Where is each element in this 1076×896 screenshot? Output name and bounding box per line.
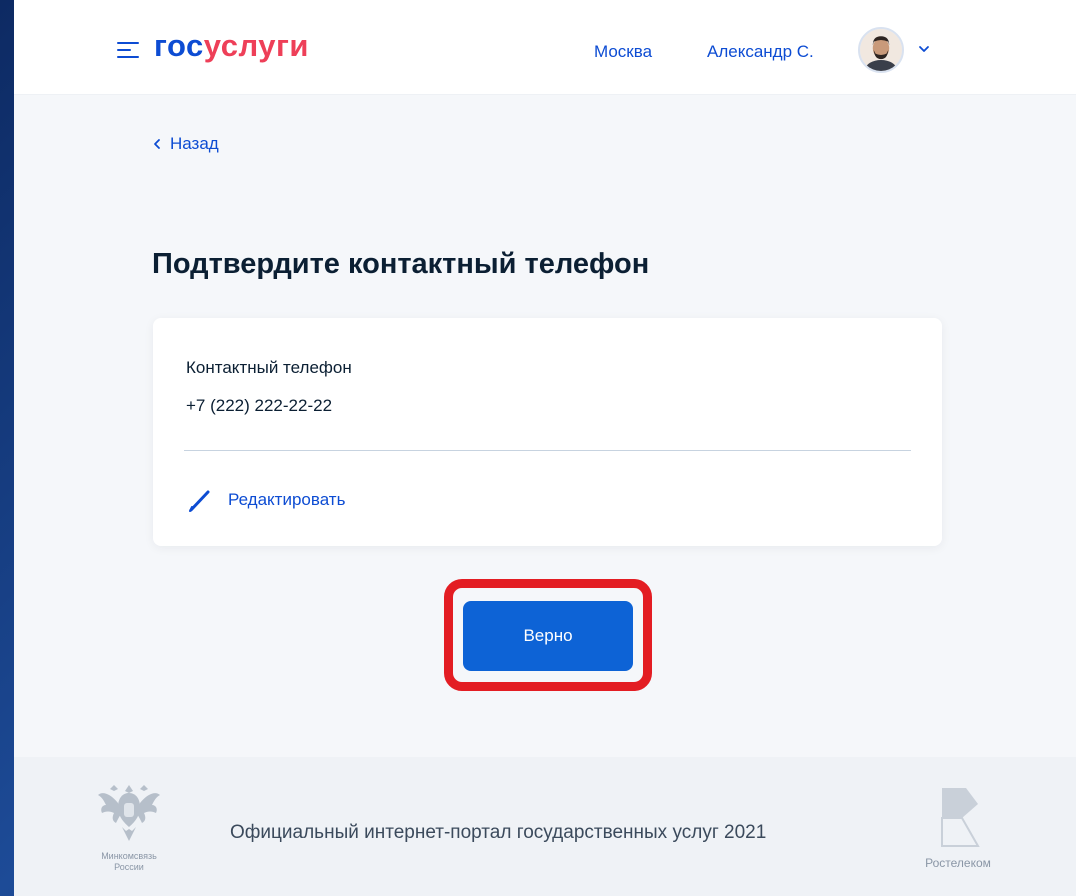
ministry-logo: Минкомсвязь России: [84, 779, 174, 873]
ministry-name-line2: России: [114, 862, 144, 872]
back-link[interactable]: Назад: [152, 134, 219, 154]
contact-phone-value: +7 (222) 222-22-22: [186, 396, 333, 415]
hamburger-icon[interactable]: [117, 42, 139, 58]
contact-phone-card: Контактный телефон +7 (222) 222-22-22 Ре…: [153, 318, 942, 546]
user-photo-icon: [860, 29, 902, 71]
site-footer: Минкомсвязь России Официальный интернет-…: [14, 757, 1076, 896]
page-title: Подтвердите контактный телефон: [152, 248, 650, 280]
coat-of-arms-icon: [98, 785, 160, 841]
back-link-label: Назад: [170, 134, 219, 153]
ministry-name-line1: Минкомсвязь: [101, 851, 157, 861]
contact-phone-label: Контактный телефон: [186, 358, 352, 377]
city-selector[interactable]: Москва: [594, 42, 652, 62]
rostelecom-logo: Ростелеком: [903, 784, 1013, 870]
logo-part-uslugi: услуги: [203, 28, 309, 63]
site-header: госуслуги Москва Александр С.: [14, 0, 1076, 95]
confirm-button[interactable]: Верно: [463, 601, 633, 671]
rostelecom-name: Ростелеком: [925, 856, 991, 870]
chevron-down-icon[interactable]: [917, 43, 931, 55]
logo-part-gos: гос: [154, 28, 204, 63]
edit-phone-label: Редактировать: [228, 490, 346, 509]
gosuslugi-logo[interactable]: госуслуги: [154, 28, 309, 64]
rostelecom-icon: [941, 788, 980, 847]
avatar[interactable]: [858, 27, 904, 73]
user-name[interactable]: Александр С.: [707, 42, 814, 62]
card-divider: [184, 450, 911, 451]
footer-copyright: Официальный интернет-портал государствен…: [230, 822, 767, 843]
app-frame: госуслуги Москва Александр С. Назад Подт…: [14, 0, 1076, 896]
edit-phone-link[interactable]: Редактировать: [186, 486, 345, 514]
chevron-left-icon: [154, 139, 160, 149]
pencil-icon: [189, 490, 210, 512]
